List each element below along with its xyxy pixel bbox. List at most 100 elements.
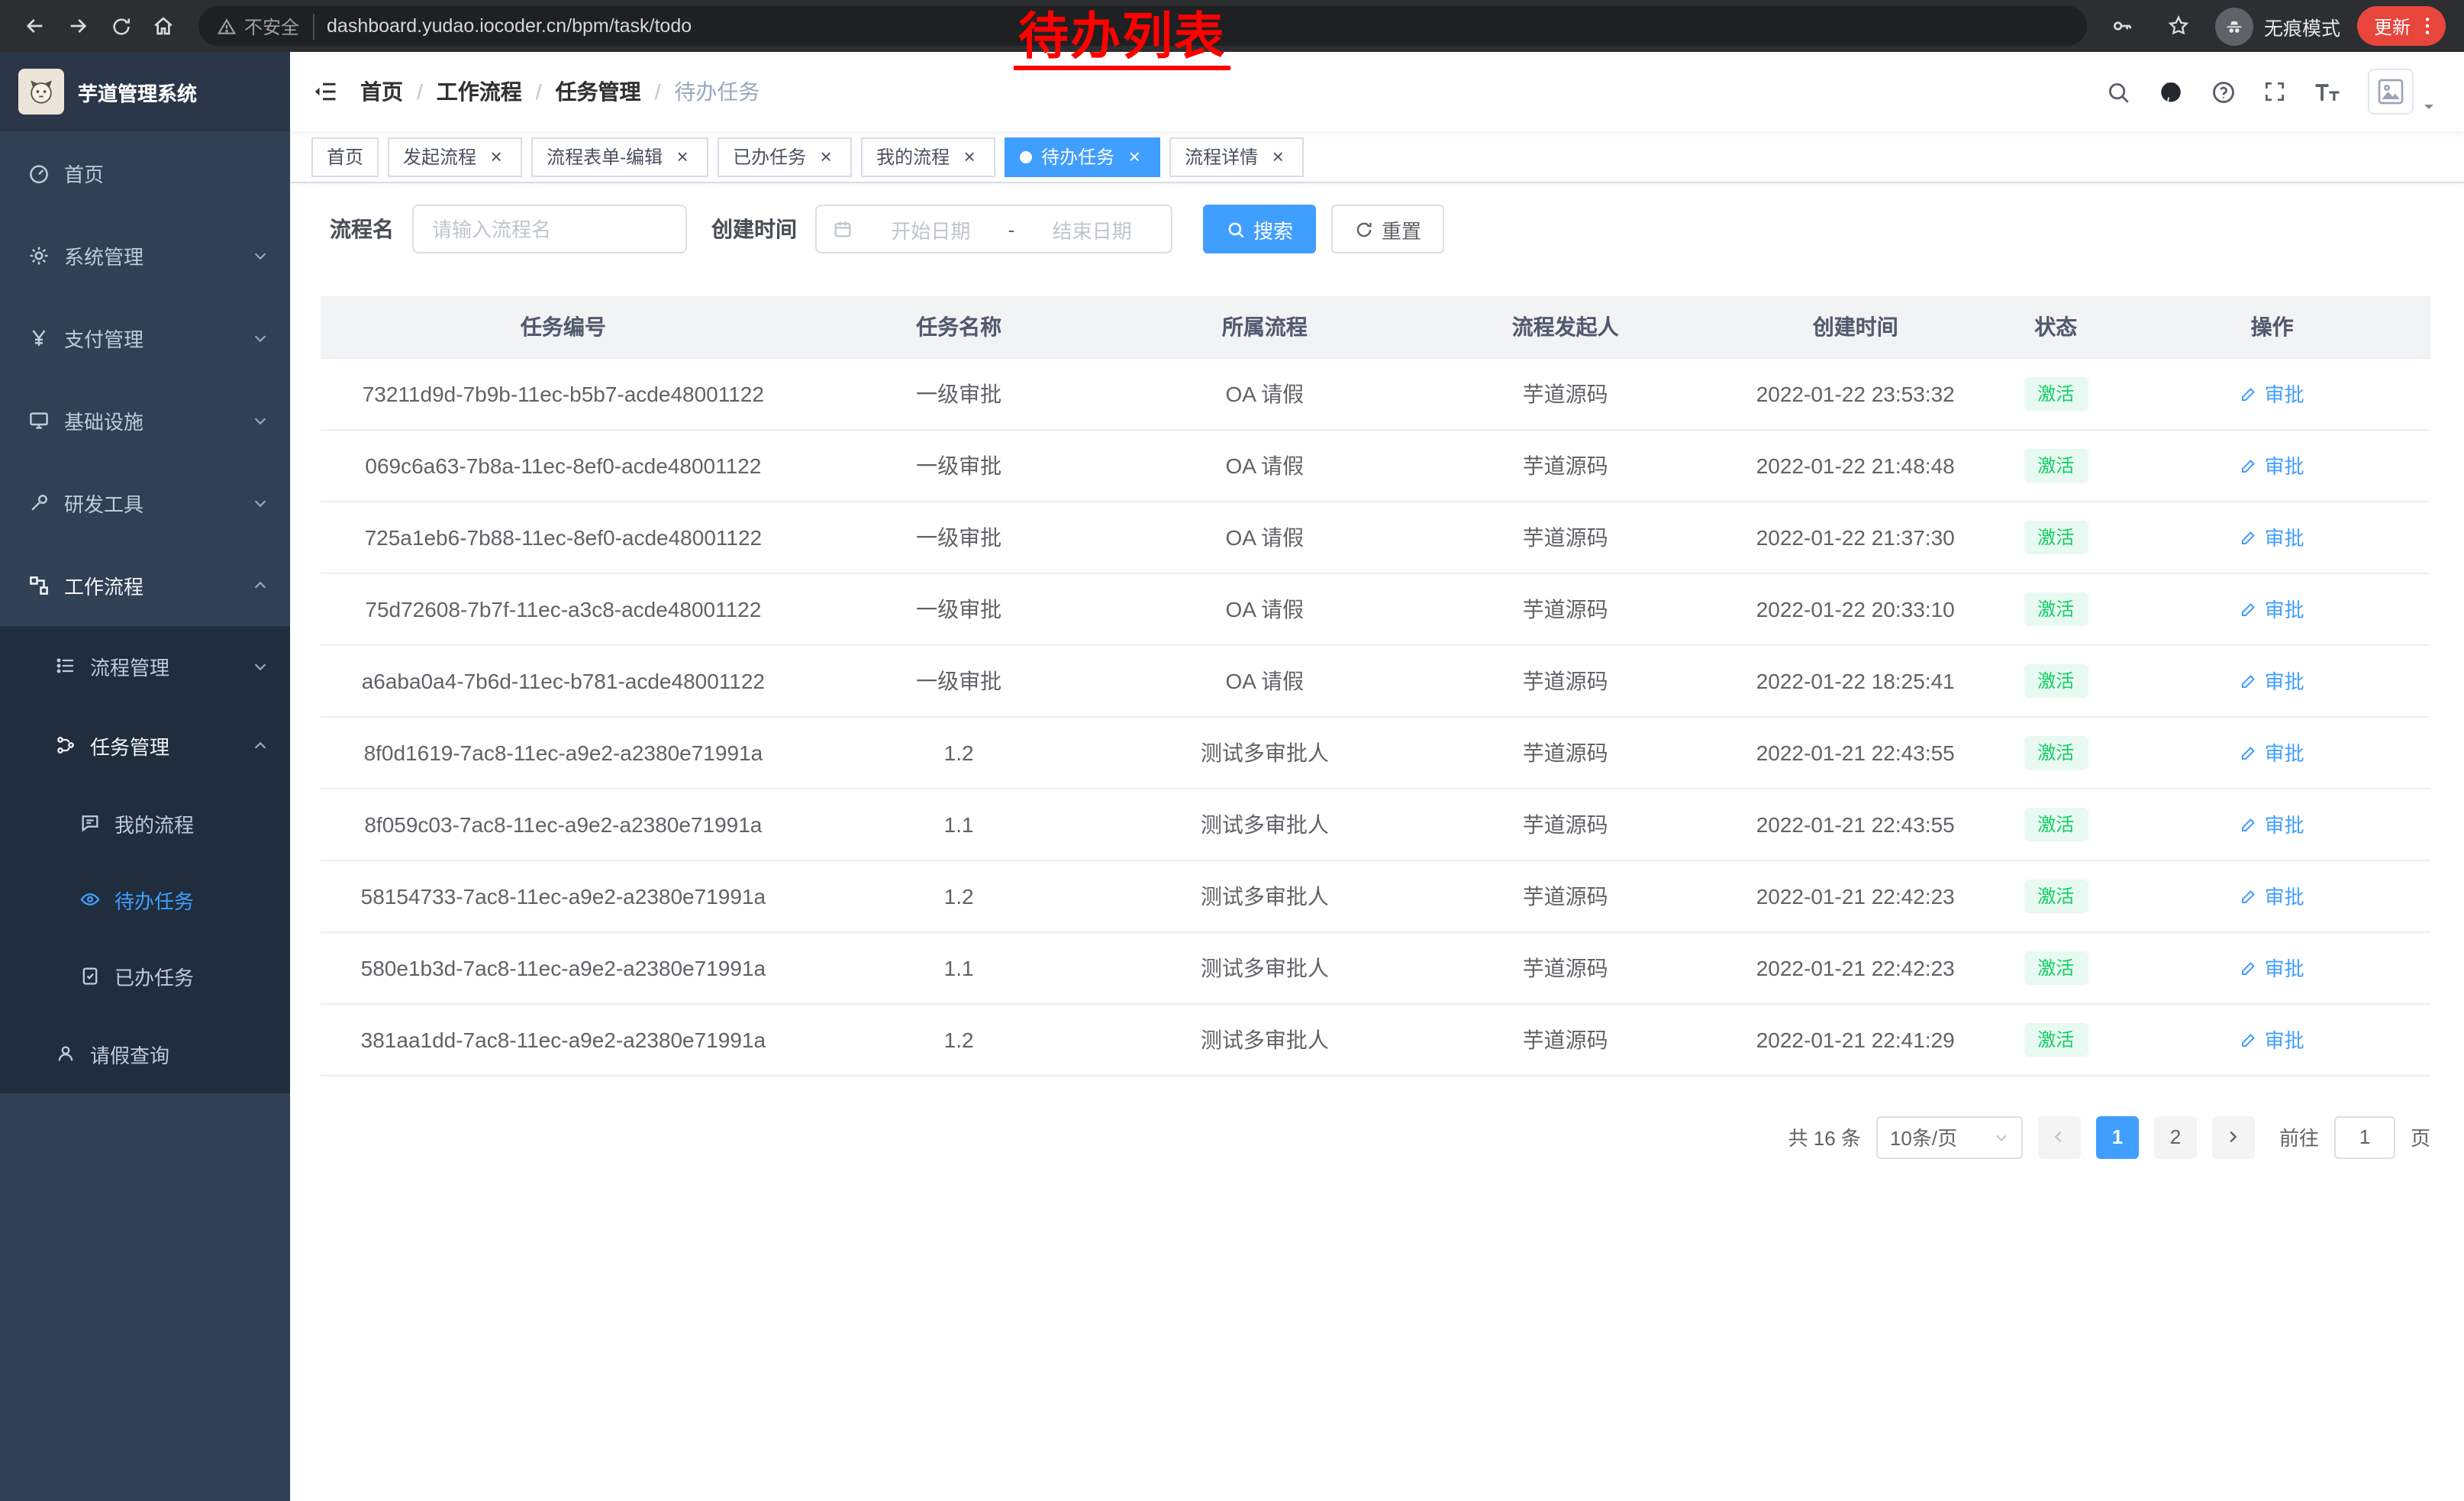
- close-icon[interactable]: [959, 146, 980, 167]
- close-icon[interactable]: [1267, 146, 1288, 167]
- col-task-id: 任务编号: [321, 296, 806, 357]
- home-button[interactable]: [144, 6, 183, 46]
- sidebar-item-infra[interactable]: 基础设施: [0, 379, 290, 461]
- page-button-1[interactable]: 1: [2096, 1115, 2139, 1158]
- sidebar-item-my-process[interactable]: 我的流程: [0, 785, 290, 861]
- approve-link[interactable]: 审批: [2240, 594, 2304, 623]
- date-range-picker[interactable]: 开始日期 - 结束日期: [815, 205, 1172, 253]
- pagination-total: 共 16 条: [1788, 1122, 1861, 1151]
- breadcrumb-separator: [655, 79, 661, 104]
- sidebar-item-leave-query[interactable]: 请假查询: [0, 1014, 290, 1093]
- font-size-icon: [2313, 79, 2342, 105]
- page-button-2[interactable]: 2: [2154, 1115, 2197, 1158]
- tab-home[interactable]: 首页: [311, 137, 379, 176]
- sidebar-item-process-mgmt[interactable]: 流程管理: [0, 626, 290, 705]
- back-button[interactable]: [15, 6, 55, 46]
- end-date-placeholder: 结束日期: [1028, 215, 1156, 244]
- help-button[interactable]: [2211, 79, 2237, 105]
- fullscreen-button[interactable]: [2262, 79, 2287, 104]
- cell-process: 测试多审批人: [1111, 860, 1417, 931]
- caret-down-icon: [2421, 99, 2437, 115]
- refresh-button[interactable]: [101, 6, 140, 46]
- update-menu-button[interactable]: 更新: [2357, 6, 2446, 46]
- goto-page-input[interactable]: [2334, 1115, 2395, 1158]
- cell-task-name: 1.2: [806, 1003, 1112, 1075]
- breadcrumb-task-mgmt[interactable]: 任务管理: [556, 76, 641, 107]
- approve-link[interactable]: 审批: [2240, 379, 2304, 408]
- approve-link[interactable]: 审批: [2240, 881, 2304, 910]
- cell-process: OA 请假: [1111, 573, 1417, 644]
- tab-start-process[interactable]: 发起流程: [388, 137, 522, 176]
- passwords-button[interactable]: [2102, 6, 2142, 46]
- tab-form-edit[interactable]: 流程表单-编辑: [531, 137, 708, 176]
- sidebar-item-done-tasks[interactable]: 已办任务: [0, 938, 290, 1014]
- cell-task-id: 75d72608-7b7f-11ec-a3c8-acde48001122: [321, 573, 806, 644]
- approve-link[interactable]: 审批: [2240, 666, 2304, 695]
- security-label: 不安全: [244, 13, 299, 39]
- close-icon[interactable]: [672, 146, 693, 167]
- header-search-button[interactable]: [2105, 79, 2131, 105]
- chevron-down-icon: [252, 247, 269, 263]
- reset-button[interactable]: 重置: [1331, 205, 1444, 253]
- approve-link-label: 审批: [2265, 666, 2304, 695]
- table-row: 73211d9d-7b9b-11ec-b5b7-acde48001122 一级审…: [321, 357, 2430, 429]
- approve-link[interactable]: 审批: [2240, 450, 2304, 479]
- incognito-badge[interactable]: 无痕模式: [2215, 7, 2340, 45]
- sidebar-item-workflow[interactable]: 工作流程: [0, 544, 290, 626]
- security-chip[interactable]: 不安全: [217, 13, 314, 39]
- gear-icon: [27, 244, 50, 266]
- next-page-button[interactable]: [2212, 1115, 2255, 1158]
- approve-link-label: 审批: [2265, 881, 2304, 910]
- sidebar-toggle-button[interactable]: [311, 78, 339, 105]
- font-size-button[interactable]: [2313, 79, 2342, 105]
- approve-link[interactable]: 审批: [2240, 953, 2304, 982]
- breadcrumb-separator: [417, 79, 423, 104]
- forward-button[interactable]: [58, 6, 98, 46]
- cell-task-id: 8f059c03-7ac8-11ec-a9e2-a2380e71991a: [321, 788, 806, 860]
- sidebar-item-home[interactable]: 首页: [0, 131, 290, 214]
- sidebar-item-task-mgmt[interactable]: 任务管理: [0, 705, 290, 785]
- tab-my-process[interactable]: 我的流程: [861, 137, 995, 176]
- bookmark-button[interactable]: [2159, 6, 2198, 46]
- cell-starter: 芋道源码: [1417, 931, 1713, 1003]
- approve-link[interactable]: 审批: [2240, 1025, 2304, 1054]
- cell-process: OA 请假: [1111, 357, 1417, 429]
- sidebar-item-devtools[interactable]: 研发工具: [0, 461, 290, 544]
- status-badge: 激活: [2024, 807, 2088, 841]
- table-row: 8f059c03-7ac8-11ec-a9e2-a2380e71991a 1.1…: [321, 788, 2430, 860]
- approve-link[interactable]: 审批: [2240, 809, 2304, 838]
- app-logo-bar[interactable]: 芋道管理系统: [0, 52, 290, 131]
- tab-label: 流程详情: [1185, 144, 1258, 169]
- search-button[interactable]: 搜索: [1203, 205, 1316, 253]
- process-name-input[interactable]: [412, 205, 687, 253]
- approve-link[interactable]: 审批: [2240, 738, 2304, 767]
- page-size-select[interactable]: 10条/页: [1876, 1115, 2023, 1158]
- user-menu[interactable]: [2368, 69, 2437, 115]
- close-icon[interactable]: [815, 146, 837, 167]
- status-badge: 激活: [2024, 592, 2088, 625]
- prev-page-button[interactable]: [2038, 1115, 2081, 1158]
- close-icon[interactable]: [485, 146, 507, 167]
- calendar-icon: [832, 218, 853, 240]
- table-row: 069c6a63-7b8a-11ec-8ef0-acde48001122 一级审…: [321, 429, 2430, 501]
- close-icon[interactable]: [1124, 146, 1145, 167]
- approve-link[interactable]: 审批: [2240, 522, 2304, 551]
- cell-task-name: 一级审批: [806, 357, 1112, 429]
- avatar: [2368, 69, 2414, 115]
- sidebar-item-label: 待办任务: [114, 885, 194, 914]
- todo-task-table: 任务编号 任务名称 所属流程 流程发起人 创建时间 状态 操作 73211d9d…: [321, 296, 2430, 1076]
- sidebar-item-payment[interactable]: 支付管理: [0, 296, 290, 379]
- sidebar-item-todo-tasks[interactable]: 待办任务: [0, 861, 290, 938]
- cell-process: OA 请假: [1111, 501, 1417, 573]
- tab-todo-tasks[interactable]: 待办任务: [1005, 137, 1160, 176]
- breadcrumb-workflow[interactable]: 工作流程: [437, 76, 522, 107]
- chevron-left-icon: [2051, 1128, 2068, 1145]
- tab-process-detail[interactable]: 流程详情: [1169, 137, 1304, 176]
- sidebar-item-system[interactable]: 系统管理: [0, 214, 290, 296]
- github-button[interactable]: [2157, 78, 2185, 105]
- search-button-label: 搜索: [1253, 215, 1293, 244]
- sidebar: 芋道管理系统 首页 系统管理 支付管理 基础设施 研发工具 工作流: [0, 52, 290, 1501]
- tab-done-tasks[interactable]: 已办任务: [718, 137, 852, 176]
- cell-created: 2022-01-21 22:43:55: [1713, 716, 1998, 788]
- breadcrumb-home[interactable]: 首页: [360, 76, 403, 107]
